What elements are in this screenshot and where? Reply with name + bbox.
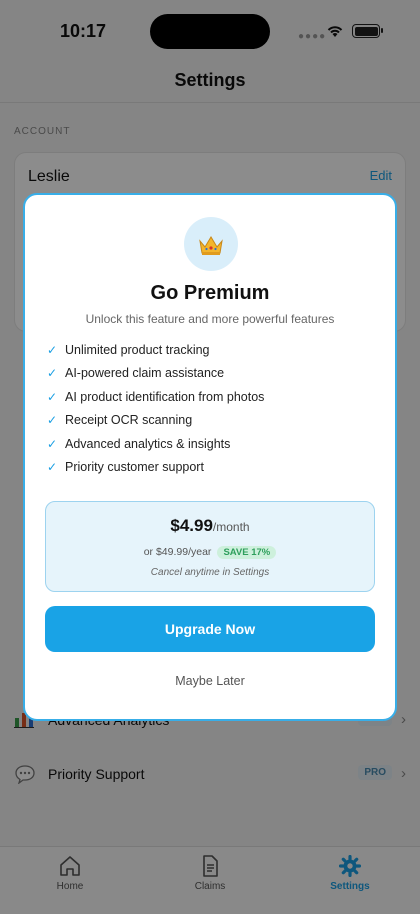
premium-modal: Go Premium Unlock this feature and more …: [23, 193, 397, 721]
upgrade-now-button[interactable]: Upgrade Now: [45, 606, 375, 652]
feature-item: ✓ Unlimited product tracking: [47, 342, 210, 357]
feature-item: ✓ Priority customer support: [47, 460, 204, 475]
price-period: /month: [212, 520, 250, 534]
checkmark-icon: ✓: [47, 389, 58, 404]
price-line: $4.99/month: [46, 516, 374, 536]
feature-item: ✓ AI product identification from photos: [47, 389, 265, 404]
checkmark-icon: ✓: [47, 366, 58, 381]
monthly-price: $4.99: [170, 516, 213, 535]
modal-subtitle: Unlock this feature and more powerful fe…: [85, 312, 335, 326]
save-badge: SAVE 17%: [217, 546, 277, 559]
feature-list: ✓ Unlimited product tracking ✓ AI-powered …: [47, 338, 264, 479]
maybe-later-button[interactable]: Maybe Later: [25, 674, 395, 688]
feature-item: ✓ AI-powered claim assistance: [47, 366, 225, 381]
yearly-price: or $49.99/year: [143, 546, 212, 558]
feature-item: ✓ Advanced analytics & insights: [47, 436, 231, 451]
checkmark-icon: ✓: [47, 436, 58, 451]
checkmark-icon: ✓: [47, 460, 58, 475]
feature-item: ✓ Receipt OCR scanning: [47, 413, 193, 428]
pricing-card: $4.99/month or $49.99/year SAVE 17% Cance…: [45, 501, 375, 592]
cancel-note: Cancel anytime in Settings: [150, 567, 270, 578]
modal-title: Go Premium: [150, 282, 270, 304]
checkmark-icon: ✓: [47, 342, 58, 357]
crown-icon: [184, 217, 238, 271]
yearly-price-line: or $49.99/year SAVE 17%: [46, 546, 374, 559]
checkmark-icon: ✓: [47, 413, 58, 428]
